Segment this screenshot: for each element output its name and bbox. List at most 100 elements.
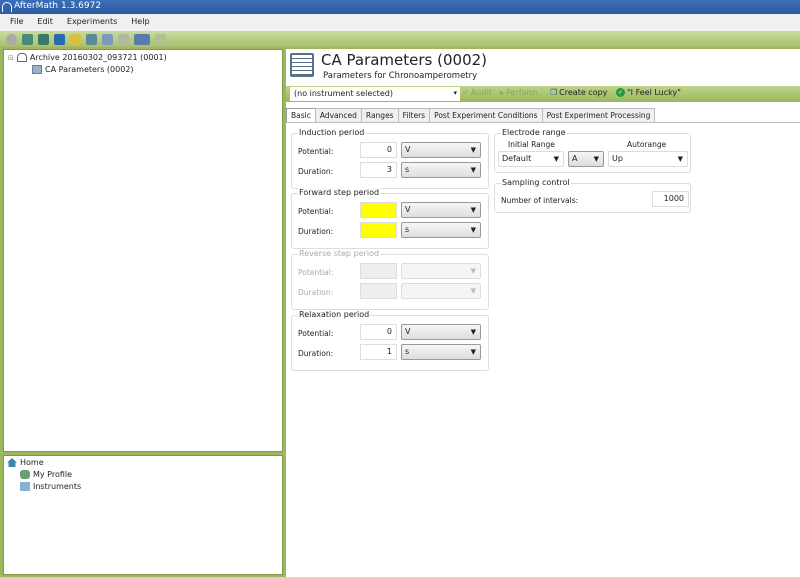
instrument-value: (no instrument selected) <box>294 89 393 98</box>
potential-label: Potential: <box>298 207 334 216</box>
chevron-down-icon: ▼ <box>470 146 476 154</box>
autorange-select[interactable]: Up ▼ <box>608 151 688 167</box>
unit-value: V <box>405 145 411 154</box>
intervals-label: Number of intervals: <box>501 196 579 205</box>
document-icon <box>290 53 314 77</box>
initial-range-select[interactable]: Default ▼ <box>498 151 564 167</box>
app-icon <box>2 2 12 12</box>
navigation-pane: Home My Profile Instruments <box>3 455 283 575</box>
export-icon[interactable] <box>70 33 81 45</box>
forward-duration-input[interactable] <box>360 222 397 238</box>
duration-label: Duration: <box>298 349 334 358</box>
instruments-icon <box>20 482 30 491</box>
nav-instruments[interactable]: Instruments <box>20 482 81 491</box>
tab-divider <box>286 122 800 123</box>
tree-item-ca-parameters[interactable]: CA Parameters (0002) <box>32 65 134 74</box>
menu-experiments[interactable]: Experiments <box>67 17 117 28</box>
range-unit-value: A <box>572 154 578 163</box>
instruments-label: Instruments <box>33 482 82 491</box>
group-title: Relaxation period <box>298 310 371 319</box>
feel-lucky-button[interactable]: ✓ "I Feel Lucky" <box>616 88 681 97</box>
perform-icon: ▸ <box>500 88 505 97</box>
save-icon[interactable] <box>54 33 65 45</box>
relaxation-duration-input[interactable]: 1 <box>360 344 397 360</box>
induction-duration-input[interactable]: 3 <box>360 162 397 178</box>
intervals-input[interactable]: 1000 <box>652 191 689 207</box>
menu-file[interactable]: File <box>10 17 23 28</box>
chevron-down-icon: ▼ <box>593 155 599 163</box>
tab-post-experiment-conditions[interactable]: Post Experiment Conditions <box>429 108 543 123</box>
induction-potential-input[interactable]: 0 <box>360 142 397 158</box>
tools-dropdown-icon[interactable] <box>134 33 150 45</box>
potential-label: Potential: <box>298 329 334 338</box>
autorange-label: Autorange <box>627 140 667 149</box>
copy-icon: ❐ <box>550 88 558 97</box>
chevron-down-icon: ▼ <box>470 206 476 214</box>
reverse-duration-input[interactable] <box>360 283 397 299</box>
tab-filters[interactable]: Filters <box>397 108 431 123</box>
chevron-down-icon: ▼ <box>470 226 476 234</box>
window-title: AfterMath 1.3.6972 <box>14 1 102 11</box>
nav-my-profile[interactable]: My Profile <box>20 470 72 479</box>
group-title: Sampling control <box>501 178 571 187</box>
perform-button[interactable]: ▸ Perform <box>500 88 537 97</box>
tab-post-experiment-processing[interactable]: Post Experiment Processing <box>541 108 656 123</box>
menu-edit[interactable]: Edit <box>37 17 53 28</box>
title-bar: AfterMath 1.3.6972 <box>0 0 800 14</box>
reverse-potential-input[interactable] <box>360 263 397 279</box>
nav-home[interactable]: Home <box>7 458 44 467</box>
archive-label: Archive 20160302_093721 (0001) <box>29 53 167 62</box>
instrument-select[interactable]: (no instrument selected) ▾ <box>290 87 460 101</box>
relaxation-potential-input[interactable]: 0 <box>360 324 397 340</box>
forward-duration-unit-select[interactable]: s ▼ <box>401 222 481 238</box>
forward-potential-unit-select[interactable]: V ▼ <box>401 202 481 218</box>
forward-step-period-group: Forward step period Potential: V ▼ Durati… <box>291 188 489 249</box>
menu-help[interactable]: Help <box>131 17 149 28</box>
back-icon[interactable] <box>6 33 17 45</box>
open-icon[interactable] <box>38 33 49 45</box>
copy-icon[interactable] <box>102 33 113 45</box>
unit-value: V <box>405 327 411 336</box>
home-icon[interactable] <box>22 33 33 45</box>
chevron-down-icon: ▼ <box>470 267 476 275</box>
profile-icon <box>20 470 30 479</box>
disabled-icon[interactable] <box>155 33 166 45</box>
toolbar <box>0 31 800 47</box>
chevron-down-icon: ▼ <box>553 155 559 163</box>
induction-potential-unit-select[interactable]: V ▼ <box>401 142 481 158</box>
parameters-icon <box>32 65 42 74</box>
collapse-icon[interactable]: ⊟ <box>8 54 14 62</box>
tab-advanced[interactable]: Advanced <box>314 108 362 123</box>
edit-icon[interactable] <box>86 33 97 45</box>
unit-value: s <box>405 225 410 234</box>
chevron-down-icon: ▼ <box>470 348 476 356</box>
reverse-duration-unit-select[interactable]: ▼ <box>401 283 481 299</box>
chevron-down-icon: ▼ <box>470 287 476 295</box>
unit-value: s <box>405 165 410 174</box>
archive-icon <box>16 53 27 62</box>
range-unit-select[interactable]: A ▼ <box>568 151 604 167</box>
relaxation-duration-unit-select[interactable]: s ▼ <box>401 344 481 360</box>
chevron-down-icon: ▼ <box>470 166 476 174</box>
paste-icon[interactable] <box>118 33 129 45</box>
create-copy-label: Create copy <box>559 88 608 97</box>
relaxation-potential-unit-select[interactable]: V ▼ <box>401 324 481 340</box>
create-copy-button[interactable]: ❐ Create copy <box>550 88 607 97</box>
profile-label: My Profile <box>33 470 73 479</box>
induction-period-group: Induction period Potential: 0 V ▼ Duratio… <box>291 128 489 189</box>
induction-duration-unit-select[interactable]: s ▼ <box>401 162 481 178</box>
sampling-control-group: Sampling control Number of intervals: 10… <box>494 178 691 213</box>
archive-tree-pane: ⊟ Archive 20160302_093721 (0001) CA Param… <box>3 49 283 452</box>
tab-ranges[interactable]: Ranges <box>360 108 399 123</box>
home-label: Home <box>20 458 44 467</box>
chevron-down-icon: ▼ <box>470 328 476 336</box>
electrode-range-group: Electrode range Initial Range Autorange … <box>494 128 691 173</box>
tab-basic[interactable]: Basic <box>286 108 316 123</box>
forward-potential-input[interactable] <box>360 202 397 218</box>
tree-item-archive[interactable]: ⊟ Archive 20160302_093721 (0001) <box>8 53 167 62</box>
reverse-potential-unit-select[interactable]: ▼ <box>401 263 481 279</box>
chevron-down-icon: ▾ <box>453 89 457 97</box>
chevron-down-icon: ▼ <box>677 155 683 163</box>
audit-button[interactable]: ✓ Audit <box>462 88 492 97</box>
home-icon <box>7 458 17 467</box>
